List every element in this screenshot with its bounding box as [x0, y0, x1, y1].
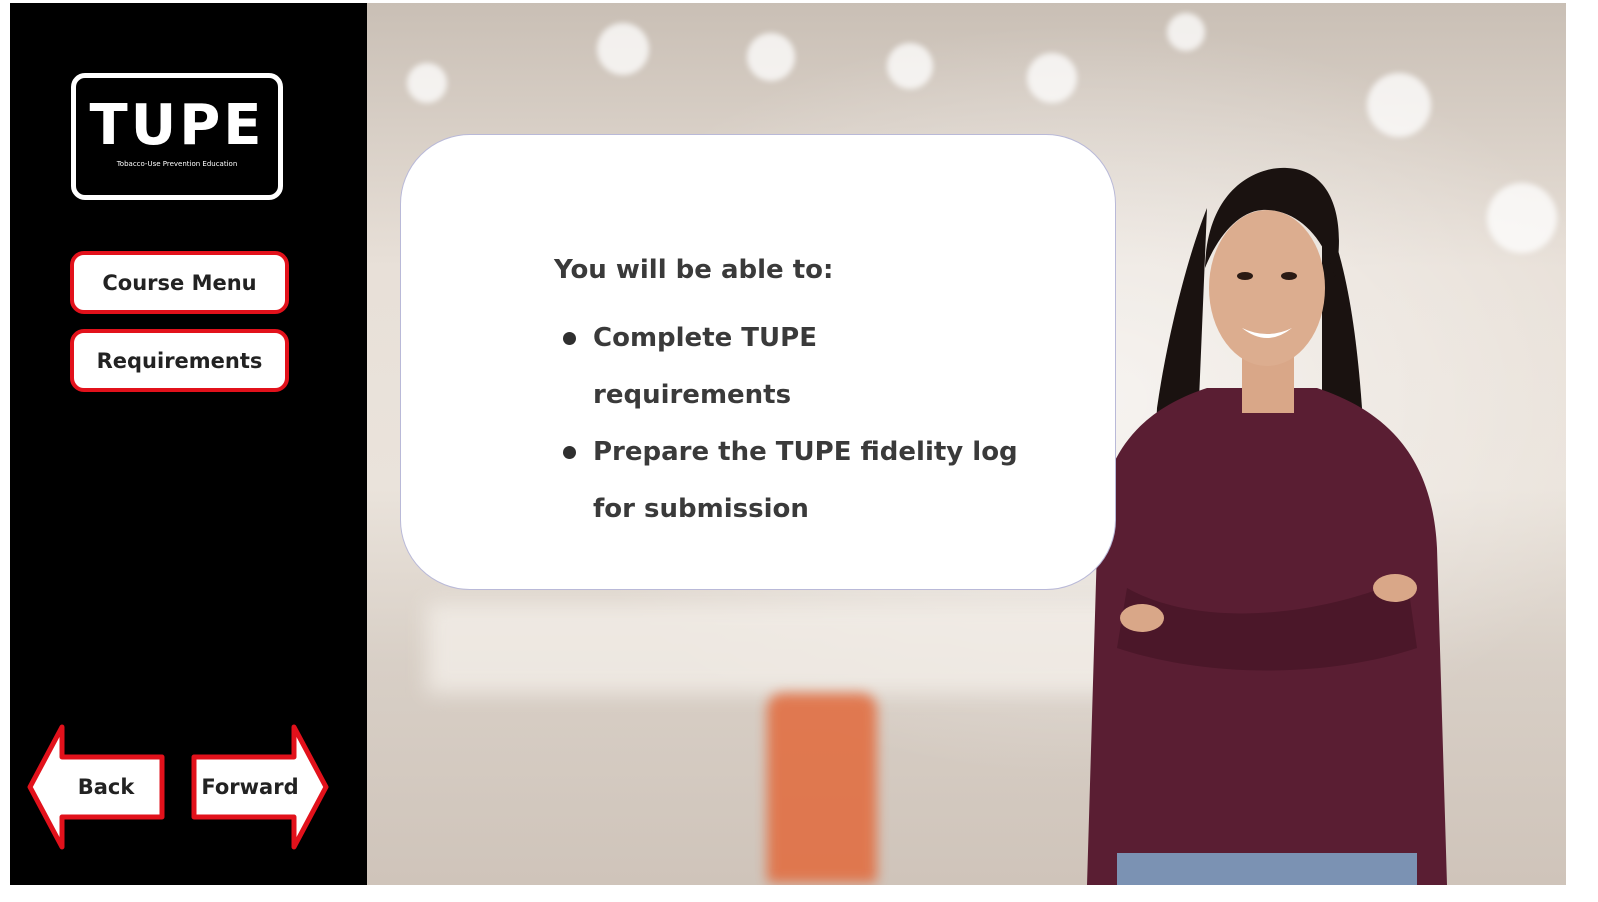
list-item: Complete TUPE requirements: [561, 310, 1021, 424]
objectives-list: Complete TUPE requirements Prepare the T…: [561, 310, 1021, 538]
requirements-button[interactable]: Requirements: [70, 329, 289, 392]
slide-frame: TUPE Tobacco-Use Prevention Education Co…: [10, 3, 1566, 885]
bokeh-light: [1487, 183, 1557, 253]
bullet-icon: [563, 332, 576, 345]
list-item: Prepare the TUPE fidelity log for submis…: [561, 424, 1021, 538]
bokeh-light: [1167, 13, 1205, 51]
list-item-text: Complete TUPE requirements: [593, 323, 817, 410]
bokeh-light: [1027, 53, 1077, 103]
back-button[interactable]: Back: [26, 723, 166, 851]
office-background: You will be able to: Complete TUPE requi…: [367, 3, 1566, 885]
blurred-orange-chair: [767, 693, 877, 883]
objectives-heading: You will be able to:: [554, 255, 834, 285]
objectives-card: You will be able to: Complete TUPE requi…: [400, 134, 1116, 590]
forward-button[interactable]: Forward: [190, 723, 330, 851]
logo-subtitle: Tobacco-Use Prevention Education: [116, 160, 238, 168]
bokeh-light: [1367, 73, 1431, 137]
back-label: Back: [77, 775, 135, 799]
bullet-icon: [563, 446, 576, 459]
presenter-illustration: [1087, 167, 1447, 885]
bokeh-light: [597, 23, 649, 75]
forward-label: Forward: [201, 775, 299, 799]
course-menu-button[interactable]: Course Menu: [70, 251, 289, 314]
logo-title: TUPE: [89, 93, 265, 158]
bokeh-light: [747, 33, 795, 81]
list-item-text: Prepare the TUPE fidelity log for submis…: [593, 437, 1018, 524]
tupe-logo: TUPE Tobacco-Use Prevention Education: [71, 73, 283, 200]
bokeh-light: [887, 43, 933, 89]
sidebar: TUPE Tobacco-Use Prevention Education Co…: [10, 3, 367, 885]
bokeh-light: [407, 63, 447, 103]
